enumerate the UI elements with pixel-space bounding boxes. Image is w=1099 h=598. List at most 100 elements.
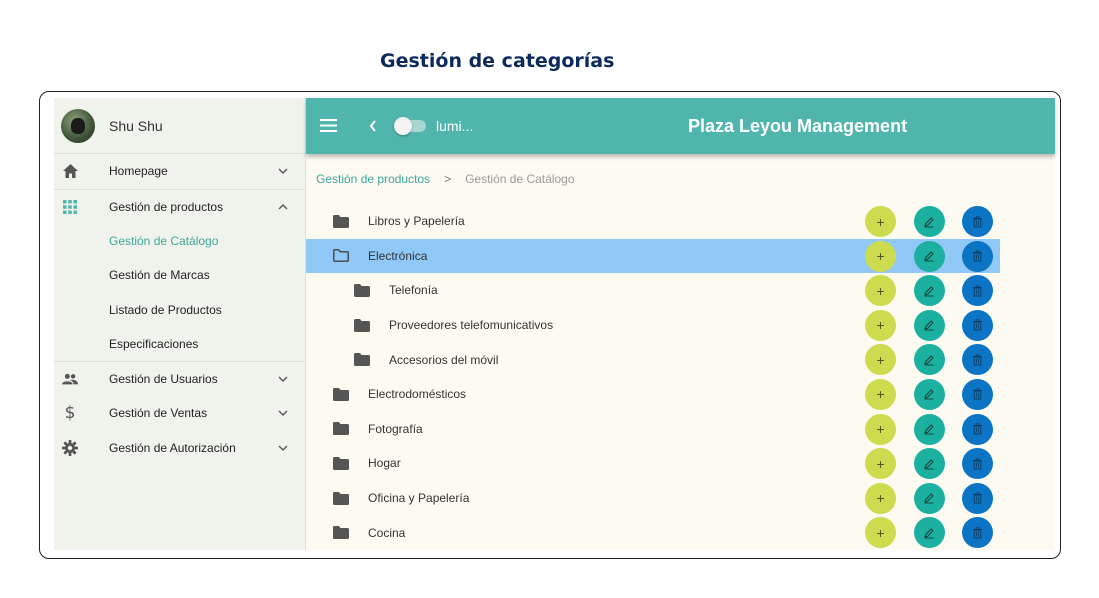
folder-icon	[333, 214, 349, 228]
category-row[interactable]: Telefonía +	[306, 273, 1000, 308]
pencil-icon	[923, 319, 935, 331]
breadcrumb-separator: >	[444, 172, 452, 186]
plus-icon: +	[876, 351, 885, 368]
sidebar-item-usuarios[interactable]: Gestión de Usuarios	[54, 361, 305, 396]
pencil-icon	[923, 250, 935, 262]
add-subcategory-button[interactable]: +	[865, 413, 896, 445]
row-actions: +	[865, 309, 1011, 341]
category-row[interactable]: Proveedores telefomunicativos +	[306, 308, 1000, 343]
sidebar-item-autorizacion[interactable]: Gestión de Autorización	[54, 431, 305, 466]
top-app-bar: lumi... Plaza Leyou Management	[306, 98, 1055, 154]
plus-icon: +	[876, 386, 885, 403]
category-row[interactable]: Hogar +	[306, 446, 1000, 481]
chevron-left-icon[interactable]	[368, 119, 378, 133]
category-row[interactable]: Electrónica +	[306, 238, 1000, 274]
trash-icon	[972, 458, 983, 470]
pencil-icon	[923, 354, 935, 366]
edit-category-button[interactable]	[913, 240, 945, 272]
row-actions: +	[865, 482, 1011, 514]
trash-icon	[972, 319, 983, 331]
theme-label: lumi...	[436, 118, 474, 134]
edit-category-button[interactable]	[913, 517, 945, 549]
row-actions: +	[865, 240, 1011, 272]
add-subcategory-button[interactable]: +	[865, 448, 896, 480]
add-subcategory-button[interactable]: +	[865, 517, 896, 549]
chevron-down-icon	[278, 168, 288, 175]
chevron-up-icon	[278, 203, 288, 210]
toggle-knob	[394, 117, 412, 135]
delete-category-button[interactable]	[962, 448, 993, 480]
delete-category-button[interactable]	[962, 413, 993, 445]
add-subcategory-button[interactable]: +	[865, 240, 896, 272]
category-row[interactable]: Oficina y Papelería +	[306, 481, 1000, 516]
user-profile[interactable]: Shu Shu	[54, 98, 305, 154]
folder-icon	[333, 387, 349, 401]
category-tree: Libros y Papelería + Electrónica + Telefonía…	[306, 204, 1000, 550]
sidebar-item-label: Gestión de Ventas	[109, 406, 208, 421]
pencil-icon	[923, 216, 935, 228]
app-container: Shu Shu Homepage Gestión de productos Ge…	[54, 98, 1055, 550]
plus-icon: +	[876, 317, 885, 334]
folder-icon	[333, 491, 349, 505]
category-row[interactable]: Libros y Papelería +	[306, 204, 1000, 239]
add-subcategory-button[interactable]: +	[865, 275, 896, 307]
category-row[interactable]: Fotografía +	[306, 412, 1000, 447]
edit-category-button[interactable]	[913, 413, 945, 445]
delete-category-button[interactable]	[962, 517, 993, 549]
edit-category-button[interactable]	[913, 482, 945, 514]
edit-category-button[interactable]	[913, 448, 945, 480]
delete-category-button[interactable]	[962, 206, 993, 237]
chevron-down-icon	[278, 410, 288, 417]
plus-icon: +	[876, 282, 885, 299]
plus-icon: +	[876, 490, 885, 507]
edit-category-button[interactable]	[913, 309, 945, 341]
row-actions: +	[865, 275, 1011, 307]
app-title: Plaza Leyou Management	[688, 116, 908, 136]
category-row[interactable]: Accesorios del móvil +	[306, 342, 1000, 377]
edit-category-button[interactable]	[913, 378, 945, 410]
delete-category-button[interactable]	[962, 240, 993, 272]
trash-icon	[972, 388, 983, 400]
delete-category-button[interactable]	[962, 482, 993, 514]
category-name: Oficina y Papelería	[368, 491, 470, 506]
sidebar-subitem-catalogo[interactable]: Gestión de Catálogo	[54, 223, 305, 258]
delete-category-button[interactable]	[962, 275, 993, 307]
sidebar-subitem-marcas[interactable]: Gestión de Marcas	[54, 258, 305, 293]
breadcrumb-link[interactable]: Gestión de productos	[316, 172, 430, 186]
delete-category-button[interactable]	[962, 344, 993, 376]
menu-icon[interactable]	[320, 119, 337, 132]
category-name: Accesorios del móvil	[389, 352, 499, 367]
add-subcategory-button[interactable]: +	[865, 206, 896, 237]
pencil-icon	[923, 285, 935, 297]
sidebar-subitem-productos[interactable]: Listado de Productos	[54, 292, 305, 327]
edit-category-button[interactable]	[913, 344, 945, 376]
dollar-icon: $	[64, 403, 76, 424]
category-row[interactable]: Cocina +	[306, 515, 1000, 550]
add-subcategory-button[interactable]: +	[865, 344, 896, 376]
plus-icon: +	[876, 455, 885, 472]
add-subcategory-button[interactable]: +	[865, 309, 896, 341]
add-subcategory-button[interactable]: +	[865, 482, 896, 514]
sidebar-item-productos[interactable]: Gestión de productos	[54, 188, 305, 224]
delete-category-button[interactable]	[962, 378, 993, 410]
trash-icon	[972, 527, 983, 539]
sidebar-item-homepage[interactable]: Homepage	[54, 154, 305, 189]
trash-icon	[972, 492, 983, 504]
sidebar-subitem-especificaciones[interactable]: Especificaciones	[54, 327, 305, 362]
folder-icon	[354, 353, 370, 367]
folder-icon	[333, 526, 349, 540]
edit-category-button[interactable]	[913, 206, 945, 237]
category-name: Libros y Papelería	[368, 214, 465, 229]
home-icon	[62, 163, 78, 179]
edit-category-button[interactable]	[913, 275, 945, 307]
trash-icon	[972, 423, 983, 435]
folder-icon	[333, 456, 349, 470]
row-actions: +	[865, 344, 1011, 376]
sidebar-item-ventas[interactable]: $ Gestión de Ventas	[54, 396, 305, 431]
plus-icon: +	[876, 213, 885, 230]
delete-category-button[interactable]	[962, 309, 993, 341]
theme-toggle[interactable]	[394, 117, 426, 135]
add-subcategory-button[interactable]: +	[865, 378, 896, 410]
sidebar-item-label: Gestión de productos	[109, 199, 224, 214]
category-row[interactable]: Electrodomésticos +	[306, 377, 1000, 412]
